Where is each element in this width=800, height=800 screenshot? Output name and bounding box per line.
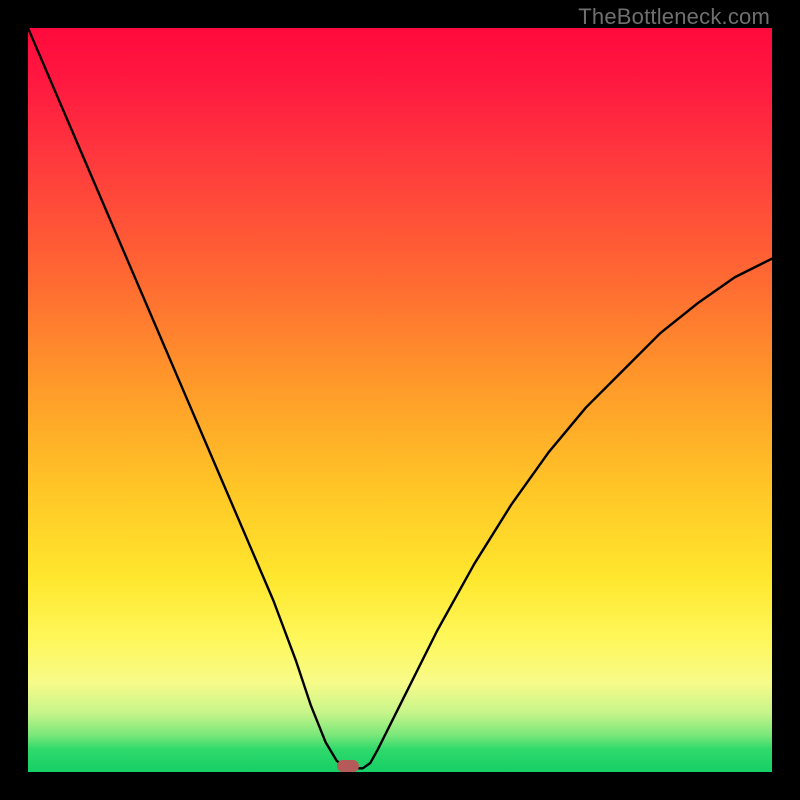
plot-area [28,28,772,772]
chart-frame: TheBottleneck.com [0,0,800,800]
watermark-text: TheBottleneck.com [578,4,770,30]
bottleneck-curve [28,28,772,772]
optimum-marker [337,760,359,772]
